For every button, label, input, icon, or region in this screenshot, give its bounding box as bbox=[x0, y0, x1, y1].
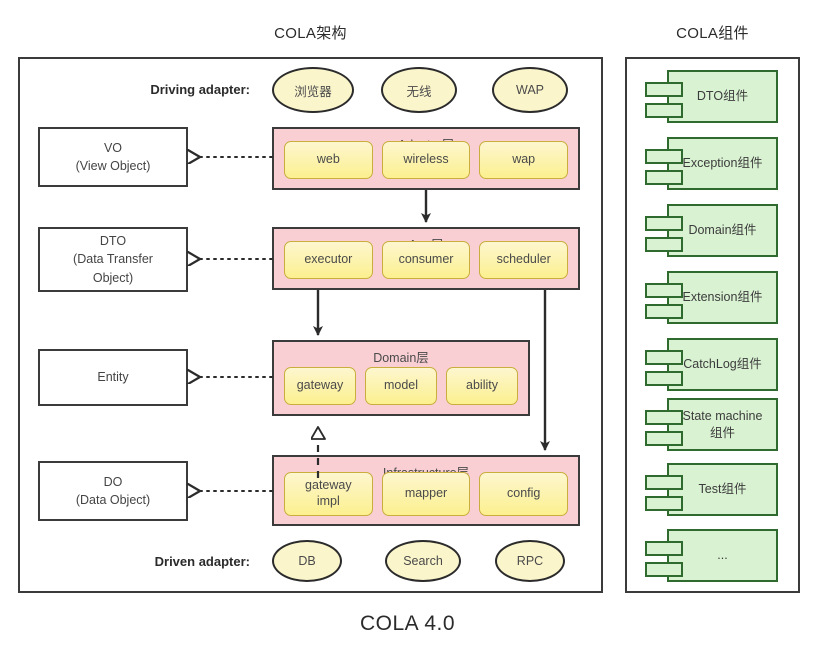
component-tab-icon bbox=[645, 562, 683, 577]
dto-box-line3: Object) bbox=[92, 270, 134, 285]
db-ellipse[interactable]: DB bbox=[272, 540, 342, 582]
module-executor[interactable]: executor bbox=[284, 241, 373, 279]
component-dto-label: DTO组件 bbox=[667, 70, 778, 123]
module-consumer[interactable]: consumer bbox=[381, 241, 471, 279]
adapter-layer-modules: web wireless wap bbox=[284, 141, 569, 179]
dto-box-line2: (Data Transfer bbox=[73, 252, 153, 267]
module-model[interactable]: model bbox=[365, 367, 437, 405]
component-domain-label: Domain组件 bbox=[667, 204, 778, 257]
wap-ellipse[interactable]: WAP bbox=[492, 67, 568, 113]
dto-box: DTO (Data Transfer Object) bbox=[38, 227, 188, 292]
component-catchlog[interactable]: CatchLog组件 bbox=[645, 338, 778, 391]
wap-ellipse-label: WAP bbox=[515, 83, 544, 97]
component-tab-icon bbox=[645, 475, 683, 490]
module-mapper[interactable]: mapper bbox=[381, 472, 471, 516]
module-gateway-impl[interactable]: gateway impl bbox=[284, 472, 373, 516]
do-box-line1: DO bbox=[103, 474, 123, 489]
module-ability[interactable]: ability bbox=[446, 367, 518, 405]
component-state-machine-label: State machine 组件 bbox=[667, 398, 778, 451]
component-tab-icon bbox=[645, 149, 683, 164]
do-box-line2: (Data Object) bbox=[75, 493, 151, 507]
vo-box: VO (View Object) bbox=[38, 127, 188, 187]
entity-box-line1: Entity bbox=[97, 370, 129, 385]
browser-ellipse[interactable]: 浏览器 bbox=[272, 67, 354, 113]
component-test[interactable]: Test组件 bbox=[645, 463, 778, 516]
component-more[interactable]: ... bbox=[645, 529, 778, 582]
component-more-label: ... bbox=[667, 529, 778, 582]
component-tab-icon bbox=[645, 410, 683, 425]
app-layer-modules: executor consumer scheduler bbox=[284, 241, 569, 279]
component-tab-icon bbox=[645, 496, 683, 511]
driven-adapter-label: Driven adapter: bbox=[154, 554, 250, 569]
module-gateway[interactable]: gateway bbox=[284, 367, 356, 405]
driving-adapter-label: Driving adapter: bbox=[150, 82, 250, 97]
component-tab-icon bbox=[645, 170, 683, 185]
component-test-label: Test组件 bbox=[667, 463, 778, 516]
component-tab-icon bbox=[645, 283, 683, 298]
search-ellipse-label: Search bbox=[403, 554, 443, 568]
component-tab-icon bbox=[645, 541, 683, 556]
module-wap[interactable]: wap bbox=[479, 141, 569, 179]
vo-box-line2: (View Object) bbox=[75, 159, 151, 173]
infrastructure-layer-modules: gateway impl mapper config bbox=[284, 472, 569, 516]
search-ellipse[interactable]: Search bbox=[385, 540, 461, 582]
component-tab-icon bbox=[645, 304, 683, 319]
wireless-ellipse-label: 无线 bbox=[406, 84, 432, 99]
adapter-layer: Adapter层 web wireless wap bbox=[272, 127, 580, 190]
component-catchlog-label: CatchLog组件 bbox=[667, 338, 778, 391]
browser-ellipse-label: 浏览器 bbox=[294, 84, 332, 99]
app-layer: App层 executor consumer scheduler bbox=[272, 227, 580, 290]
domain-layer-title: Domain层 bbox=[373, 351, 429, 365]
component-dto[interactable]: DTO组件 bbox=[645, 70, 778, 123]
component-tab-icon bbox=[645, 82, 683, 97]
components-title: COLA组件 bbox=[676, 25, 749, 42]
component-tab-icon bbox=[645, 103, 683, 118]
component-tab-icon bbox=[645, 371, 683, 386]
component-state-machine[interactable]: State machine 组件 bbox=[645, 398, 778, 451]
rpc-ellipse-label: RPC bbox=[516, 554, 544, 568]
component-tab-icon bbox=[645, 216, 683, 231]
module-wireless[interactable]: wireless bbox=[381, 141, 471, 179]
vo-box-line1: VO bbox=[103, 140, 123, 155]
entity-box: Entity bbox=[38, 349, 188, 406]
diagram-root: COLA架构 COLA组件 Driving adapter: Driven ad… bbox=[0, 0, 815, 650]
wireless-ellipse[interactable]: 无线 bbox=[381, 67, 457, 113]
module-web[interactable]: web bbox=[284, 141, 373, 179]
component-exception[interactable]: Exception组件 bbox=[645, 137, 778, 190]
component-exception-label: Exception组件 bbox=[667, 137, 778, 190]
db-ellipse-label: DB bbox=[298, 554, 316, 568]
module-scheduler[interactable]: scheduler bbox=[479, 241, 569, 279]
do-box: DO (Data Object) bbox=[38, 461, 188, 521]
architecture-title: COLA架构 bbox=[274, 25, 347, 42]
dto-box-line1: DTO bbox=[99, 234, 127, 249]
infrastructure-layer: Infrastructure层 gateway impl mapper conf… bbox=[272, 455, 580, 526]
rpc-ellipse[interactable]: RPC bbox=[495, 540, 565, 582]
domain-layer: Domain层 gateway model ability bbox=[272, 340, 530, 416]
domain-layer-modules: gateway model ability bbox=[284, 367, 518, 405]
component-extension-label: Extension组件 bbox=[667, 271, 778, 324]
footer-title: COLA 4.0 bbox=[359, 612, 456, 635]
component-domain[interactable]: Domain组件 bbox=[645, 204, 778, 257]
module-config[interactable]: config bbox=[479, 472, 569, 516]
component-extension[interactable]: Extension组件 bbox=[645, 271, 778, 324]
component-tab-icon bbox=[645, 350, 683, 365]
component-tab-icon bbox=[645, 237, 683, 252]
component-tab-icon bbox=[645, 431, 683, 446]
